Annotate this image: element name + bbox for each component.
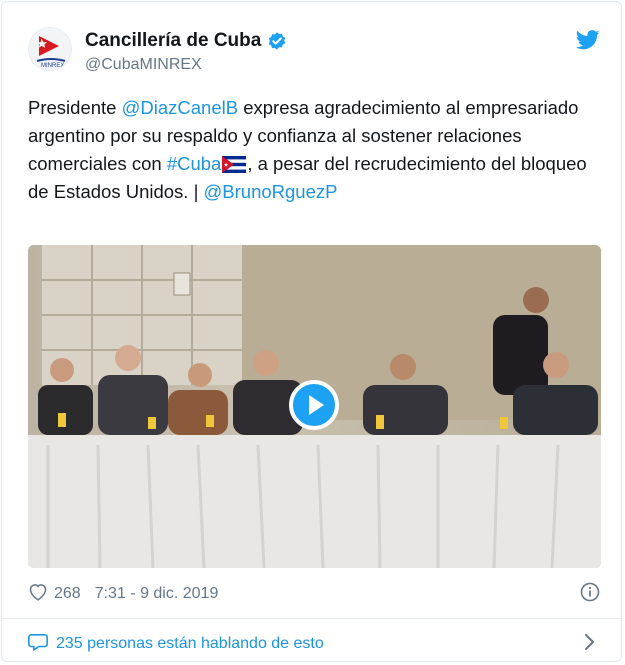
author-display-name[interactable]: Cancillería de Cuba: [85, 30, 261, 52]
conversation-link[interactable]: 235 personas están hablando de esto: [28, 632, 324, 656]
video-media[interactable]: [28, 245, 601, 568]
speech-bubble-icon: [28, 632, 48, 656]
heart-icon[interactable]: [28, 582, 48, 606]
mention-link[interactable]: @BrunoRguezP: [204, 181, 338, 202]
verified-badge-icon: [267, 31, 287, 51]
play-button[interactable]: [289, 380, 339, 430]
chevron-right-icon[interactable]: [582, 633, 596, 651]
conversation-label[interactable]: 235 personas están hablando de esto: [56, 635, 324, 653]
timestamp[interactable]: 7:31 - 9 dic. 2019: [95, 585, 219, 603]
mention-link[interactable]: @DiazCanelB: [122, 97, 238, 118]
minrex-logo: MINREX: [29, 28, 71, 70]
author-handle[interactable]: @CubaMINREX: [85, 56, 202, 74]
tweet-text-segment: Presidente: [28, 97, 122, 118]
info-icon[interactable]: [580, 582, 600, 602]
twitter-bird-icon[interactable]: [575, 30, 600, 50]
divider: [2, 618, 621, 619]
avatar-label: MINREX: [41, 63, 64, 69]
cuba-flag-icon: [222, 153, 247, 173]
author-name-row[interactable]: Cancillería de Cuba: [85, 30, 287, 52]
tweet-footer: 268 7:31 - 9 dic. 2019: [28, 582, 218, 606]
like-count[interactable]: 268: [54, 585, 81, 603]
tweet-text: Presidente @DiazCanelB expresa agradecim…: [28, 94, 602, 206]
hashtag-link[interactable]: #Cuba: [167, 153, 222, 174]
avatar[interactable]: MINREX: [28, 27, 72, 71]
play-icon: [309, 395, 324, 415]
tweet-card[interactable]: MINREX Cancillería de Cuba @CubaMINREX P…: [1, 1, 622, 662]
